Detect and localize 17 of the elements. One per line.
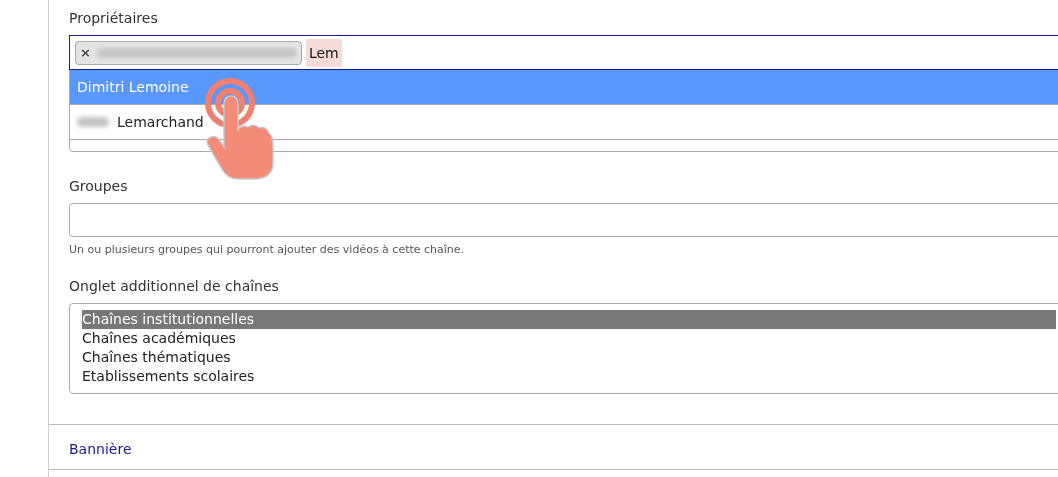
section-link[interactable]: Bannière [69,441,132,457]
help-text: Un ou plusieurs groupes qui pourront ajouter des vidéos à cette chaîne. [69,243,465,256]
search-query: Lem [305,38,342,67]
owner-tag[interactable]: × [75,40,302,65]
listbox-option[interactable]: Chaînes thématiques [82,348,1056,367]
field-label: Groupes [69,178,128,194]
listbox-option[interactable]: Chaînes institutionnelles [82,310,1056,329]
listbox-option[interactable]: Etablissements scolaires [82,367,1056,386]
groups-field[interactable] [69,203,1058,237]
suggestion-text: Dimitri Lemoine [77,79,189,95]
tab-listbox[interactable]: Chaînes institutionnelles Chaînes académiques Chaînes thématiques Etablissements scolaires [69,303,1058,394]
remove-icon[interactable]: × [80,45,91,60]
listbox-option[interactable]: Chaînes académiques [82,329,1056,348]
suggestion-text: Lemarchand [117,114,204,130]
owners-field[interactable]: × Lem [69,35,1058,70]
field-label: Propriétaires [69,10,158,26]
field-label: Onglet additionnel de chaînes [69,278,279,294]
